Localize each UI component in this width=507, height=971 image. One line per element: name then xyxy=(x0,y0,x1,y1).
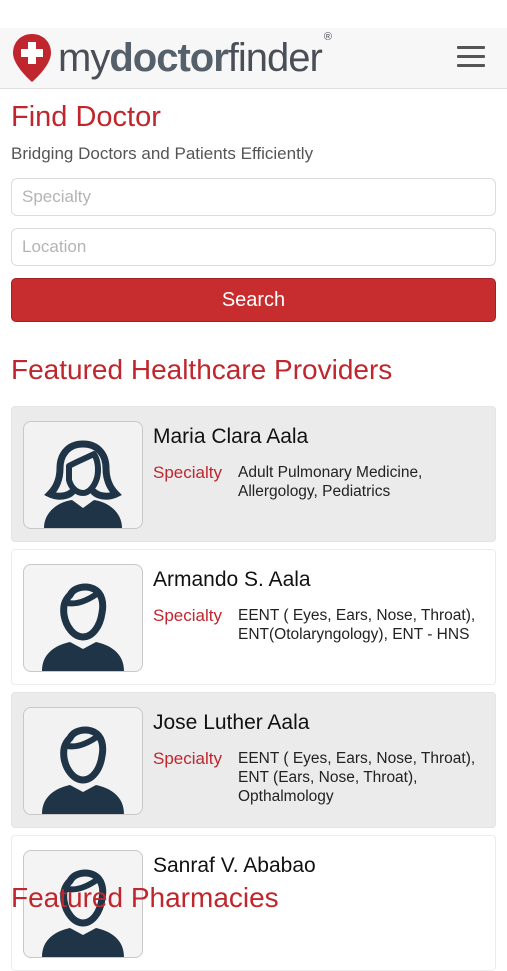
specialty-label: Specialty xyxy=(153,463,222,482)
location-input[interactable] xyxy=(11,228,496,266)
doctor-name: Armando S. Aala xyxy=(153,568,311,591)
brand-middle: doctor xyxy=(109,36,228,80)
provider-card[interactable]: Jose Luther Aala Specialty EENT ( Eyes, … xyxy=(11,692,496,828)
registered-mark: ® xyxy=(323,31,332,43)
featured-pharmacies-title: Featured Pharmacies xyxy=(11,882,279,913)
specialty-value: EENT ( Eyes, Ears, Nose, Throat), ENT (E… xyxy=(238,750,476,805)
menu-bar xyxy=(457,55,485,58)
male-avatar-icon xyxy=(42,583,124,671)
brand-wordmark: mydoctorfinder ® xyxy=(58,32,332,80)
avatar xyxy=(23,421,143,529)
avatar xyxy=(23,564,143,672)
find-doctor-title: Find Doctor xyxy=(11,101,161,133)
specialty-label: Specialty xyxy=(153,749,222,768)
doctor-name: Maria Clara Aala xyxy=(153,425,309,448)
brand-suffix: finder xyxy=(227,36,323,80)
featured-providers-title: Featured Healthcare Providers xyxy=(11,354,393,385)
menu-bar xyxy=(457,46,485,49)
app-header: mydoctorfinder ® xyxy=(0,28,507,89)
find-doctor-subtitle: Bridging Doctors and Patients Efficientl… xyxy=(11,144,314,163)
provider-card[interactable]: Armando S. Aala Specialty EENT ( Eyes, E… xyxy=(11,549,496,685)
main-content: Find Doctor Bridging Doctors and Patient… xyxy=(0,101,507,971)
doctor-name: Sanraf V. Ababao xyxy=(153,854,316,877)
female-avatar-icon xyxy=(44,440,122,528)
specialty-input[interactable] xyxy=(11,178,496,216)
hamburger-menu-icon[interactable] xyxy=(457,46,485,68)
search-button[interactable]: Search xyxy=(11,278,496,322)
brand-prefix: my xyxy=(58,36,110,80)
status-bar-area xyxy=(0,0,507,28)
male-avatar-icon xyxy=(42,726,124,814)
provider-card[interactable]: Maria Clara Aala Specialty Adult Pulmona… xyxy=(11,406,496,542)
specialty-value: EENT ( Eyes, Ears, Nose, Throat), ENT(Ot… xyxy=(238,607,476,643)
avatar xyxy=(23,707,143,815)
medical-pin-icon xyxy=(13,34,51,82)
specialty-label: Specialty xyxy=(153,606,222,625)
menu-bar xyxy=(457,64,485,67)
brand-logo[interactable]: mydoctorfinder ® xyxy=(12,32,332,83)
doctor-name: Jose Luther Aala xyxy=(153,711,310,734)
specialty-value: Adult Pulmonary Medicine, Allergology, P… xyxy=(238,464,423,500)
